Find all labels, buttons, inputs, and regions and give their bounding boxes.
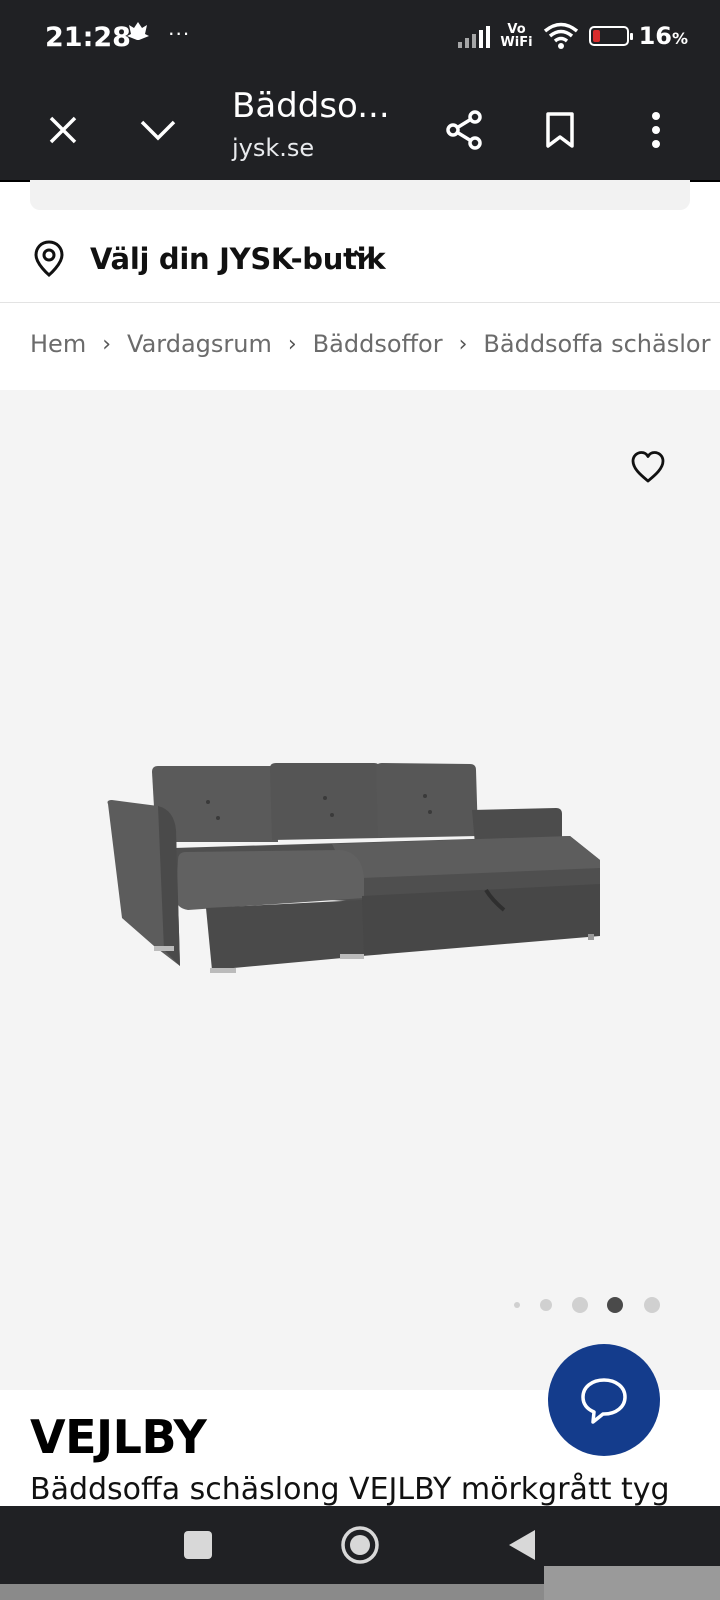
chevron-right-icon: › <box>458 331 468 357</box>
status-time: 21:28 <box>45 22 131 53</box>
share-button[interactable] <box>434 80 494 180</box>
bookmark-icon <box>546 112 574 148</box>
location-pin-icon <box>34 240 64 277</box>
chevron-right-icon: › <box>287 331 297 357</box>
chevron-down-icon <box>353 249 375 263</box>
breadcrumb: Hem › Vardagsrum › Bäddsoffor › Bäddsoff… <box>30 330 710 358</box>
gallery-dot[interactable] <box>644 1297 660 1313</box>
recents-button[interactable] <box>168 1506 228 1584</box>
product-image-gallery[interactable] <box>0 390 720 1390</box>
search-bar-remnant[interactable] <box>30 180 690 210</box>
more-vert-icon <box>652 112 660 148</box>
signal-icon <box>458 24 491 48</box>
back-triangle-icon <box>509 1530 535 1560</box>
back-button[interactable] <box>492 1506 552 1584</box>
gallery-dot-active[interactable] <box>607 1297 623 1313</box>
product-title: VEJLBY <box>30 1410 207 1464</box>
favorite-heart-icon[interactable] <box>630 450 666 484</box>
gallery-dot[interactable] <box>540 1299 552 1311</box>
close-icon <box>49 116 77 144</box>
chevron-down-icon <box>140 120 176 141</box>
sofa-image <box>107 763 600 973</box>
chat-button[interactable] <box>548 1344 660 1456</box>
breadcrumb-item-home[interactable]: Hem <box>30 330 86 358</box>
browser-toolbar: Bäddso... jysk.se <box>0 80 720 182</box>
page-title: Bäddso... <box>232 86 390 126</box>
bottom-strip <box>0 1566 720 1600</box>
gallery-dot[interactable] <box>514 1302 520 1308</box>
more-menu-button[interactable] <box>626 80 686 180</box>
breadcrumb-item-baddsoffor[interactable]: Bäddsoffor <box>313 330 443 358</box>
notification-icons: ··· <box>125 20 190 49</box>
share-icon <box>446 110 482 150</box>
bookmark-button[interactable] <box>530 80 590 180</box>
home-circle-icon <box>341 1526 379 1564</box>
battery-percent: 16% <box>638 22 688 50</box>
vowifi-icon: Vo WiFi <box>500 22 533 50</box>
close-button[interactable] <box>33 80 93 180</box>
page-domain: jysk.se <box>232 134 315 162</box>
store-label: Välj din JYSK-butik <box>90 242 386 276</box>
store-selector[interactable]: Välj din JYSK-butik <box>0 212 720 303</box>
battery-icon <box>588 26 633 46</box>
chevron-right-icon: › <box>102 331 112 357</box>
breadcrumb-item-vardagsrum[interactable]: Vardagsrum <box>127 330 272 358</box>
wifi-icon <box>543 22 578 49</box>
home-button[interactable] <box>330 1506 390 1584</box>
app-notification-icon <box>127 22 149 40</box>
gallery-dot[interactable] <box>572 1297 588 1313</box>
chat-bubble-icon <box>581 1378 627 1424</box>
product-subtitle: Bäddsoffa schäslong VEJLBY mörkgrått tyg <box>30 1472 670 1507</box>
status-bar: 21:28 ··· Vo WiFi 16% <box>0 0 720 80</box>
minimize-button[interactable] <box>128 80 188 180</box>
recents-square-icon <box>184 1531 212 1559</box>
breadcrumb-item-current: Bäddsoffa schäslor <box>483 330 711 358</box>
more-notifications-icon: ··· <box>167 20 190 45</box>
